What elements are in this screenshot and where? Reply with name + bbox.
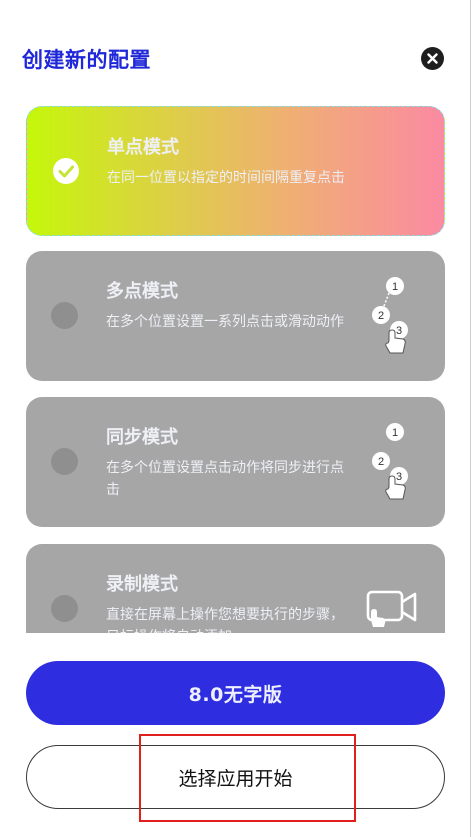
- version-button[interactable]: 8.0无字版: [26, 661, 445, 725]
- mode-description: 在多个位置设置一系列点击或滑动动作: [106, 314, 344, 330]
- mode-title: 录制模式: [106, 574, 178, 595]
- close-icon: [427, 53, 438, 64]
- icon-digit: 3: [396, 325, 402, 337]
- dialog-title: 创建新的配置: [22, 48, 151, 72]
- mode-card-single-point[interactable]: 单点模式 在同一位置以指定的时间间隔重复点击: [26, 106, 445, 236]
- mode-description: 在多个位置设置点击动作将同步进行点击: [106, 460, 344, 498]
- radio-unselected[interactable]: [51, 595, 78, 622]
- icon-digit: 2: [378, 310, 384, 322]
- create-config-dialog: 创建新的配置 单点模式 在同一位置以指定的时间间隔重复点击 多点模式 在多个位置…: [0, 0, 471, 837]
- check-icon: [53, 158, 79, 184]
- radio-unselected[interactable]: [51, 448, 78, 475]
- mode-list[interactable]: 单点模式 在同一位置以指定的时间间隔重复点击 多点模式 在多个位置设置一系列点击…: [0, 100, 471, 633]
- select-app-start-button[interactable]: 选择应用开始: [26, 745, 445, 809]
- multi-tap-icon: 1 2 3: [372, 277, 408, 354]
- record-screen-icon: [366, 590, 417, 627]
- mode-title: 多点模式: [106, 281, 178, 302]
- mode-card-record[interactable]: 录制模式 直接在屏幕上操作您想要执行的步骤，目标操作将自动添加: [26, 544, 445, 633]
- mode-card-sync[interactable]: 同步模式 在多个位置设置点击动作将同步进行点击 1 2 3: [26, 397, 445, 527]
- radio-unselected[interactable]: [51, 302, 78, 329]
- icon-digit: 3: [396, 471, 402, 483]
- selected-check: [52, 157, 80, 185]
- mode-title: 同步模式: [106, 427, 178, 448]
- mode-description: 在同一位置以指定的时间间隔重复点击: [107, 170, 345, 186]
- mode-title: 单点模式: [107, 137, 179, 158]
- close-button[interactable]: [421, 47, 444, 70]
- mode-description: 直接在屏幕上操作您想要执行的步骤，目标操作将自动添加: [106, 607, 344, 633]
- sync-tap-icon: 1 2 3: [372, 423, 408, 500]
- mode-card-multi-point[interactable]: 多点模式 在多个位置设置一系列点击或滑动动作 1 2 3: [26, 251, 445, 381]
- icon-digit: 2: [378, 456, 384, 468]
- icon-digit: 1: [392, 281, 398, 293]
- icon-digit: 1: [392, 427, 398, 439]
